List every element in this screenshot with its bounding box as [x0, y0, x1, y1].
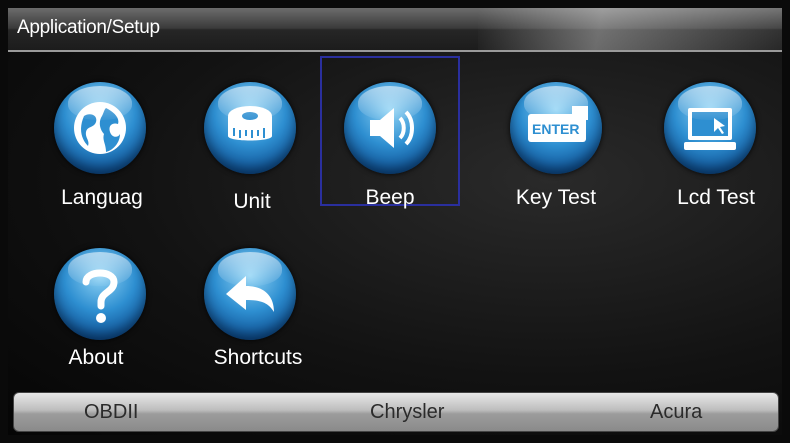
- device-bezel: Application/Setup Languag Unit Beep ENTE…: [0, 0, 790, 443]
- menu-item-label: Key Test: [515, 186, 597, 209]
- page-title: Application/Setup: [17, 17, 160, 38]
- speaker-icon: [344, 82, 436, 174]
- menu-item-label: Languag: [61, 186, 143, 209]
- question-mark-icon: [54, 248, 146, 340]
- monitor-icon: [664, 82, 756, 174]
- screen: Application/Setup Languag Unit Beep ENTE…: [8, 8, 782, 435]
- title-bar-shine: [478, 8, 782, 50]
- menu-item-label: Shortcuts: [213, 346, 303, 369]
- back-arrow-icon: [204, 248, 296, 340]
- menu-item-shortcuts[interactable]: Shortcuts: [178, 234, 318, 384]
- tape-measure-icon: [204, 82, 296, 174]
- menu-item-beep[interactable]: Beep: [320, 56, 460, 209]
- footer-item-obdii[interactable]: OBDII: [84, 401, 138, 424]
- bottom-vehicle-bar: OBDII Chrysler Acura: [13, 392, 779, 432]
- menu-item-key-test[interactable]: ENTER Key Test: [486, 64, 626, 214]
- footer-item-chrysler[interactable]: Chrysler: [370, 401, 444, 424]
- globe-icon: [54, 82, 146, 174]
- svg-text:ENTER: ENTER: [532, 121, 579, 137]
- menu-item-unit[interactable]: Unit: [178, 64, 318, 214]
- menu-item-label: Beep: [365, 186, 415, 209]
- menu-item-language[interactable]: Languag: [32, 64, 172, 214]
- menu-item-label: About: [68, 346, 124, 369]
- menu-item-label: Unit: [233, 190, 271, 213]
- enter-key-icon: ENTER: [510, 82, 602, 174]
- menu-item-about[interactable]: About: [32, 234, 172, 384]
- menu-item-label: Lcd Test: [677, 186, 755, 209]
- footer-item-acura[interactable]: Acura: [650, 401, 702, 424]
- title-bar: Application/Setup: [8, 8, 782, 52]
- menu-item-lcd-test[interactable]: Lcd Test: [636, 64, 776, 214]
